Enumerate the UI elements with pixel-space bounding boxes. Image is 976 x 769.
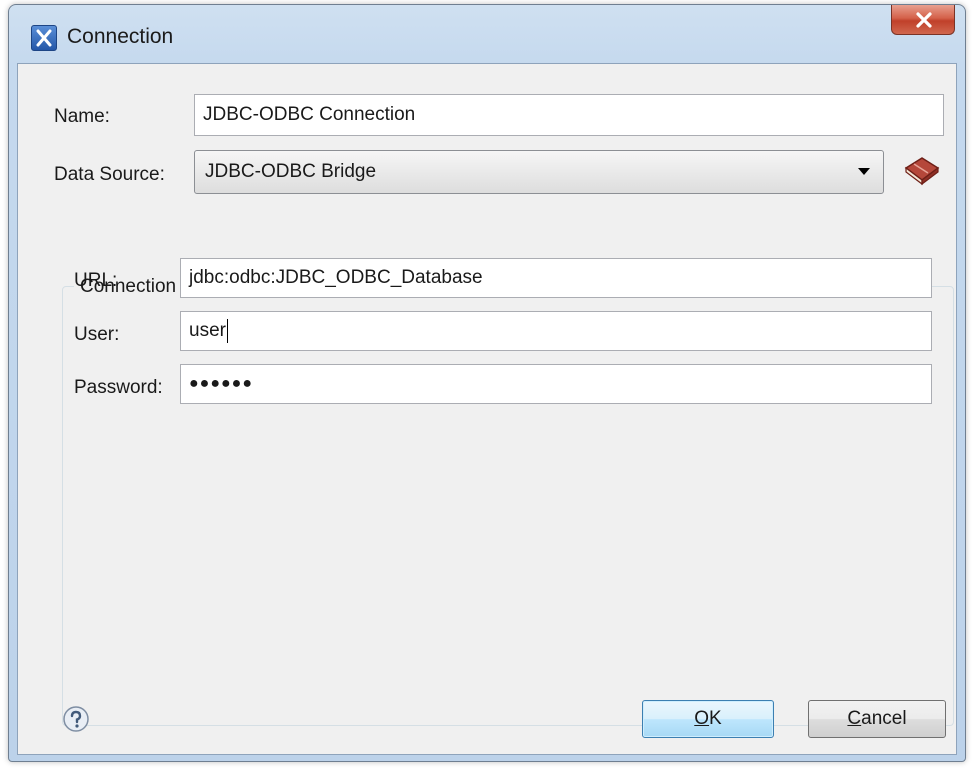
name-label: Name: [54, 106, 110, 127]
name-input[interactable]: JDBC-ODBC Connection [194, 94, 944, 136]
password-input-value: ●●●●●● [189, 375, 253, 392]
oxygen-x-icon [31, 25, 57, 51]
user-input[interactable]: user [180, 311, 932, 351]
dialog-body: Name: JDBC-ODBC Connection Data Source: … [17, 63, 957, 755]
data-source-value: JDBC-ODBC Bridge [205, 161, 377, 182]
chevron-down-icon [858, 168, 870, 175]
url-label: URL: [74, 270, 118, 291]
connection-dialog: Connection Name: JDBC-ODBC Connection Da… [8, 4, 966, 762]
book-icon[interactable] [902, 154, 942, 188]
url-input[interactable]: jdbc:odbc:JDBC_ODBC_Database [180, 258, 932, 298]
text-caret [226, 319, 228, 343]
data-source-select[interactable]: JDBC-ODBC Bridge [194, 150, 884, 194]
password-label: Password: [74, 377, 163, 398]
window-title: Connection [67, 25, 174, 48]
connection-details-group [62, 286, 954, 726]
title-bar[interactable]: Connection [9, 5, 965, 63]
cancel-mnemonic: C [847, 708, 862, 729]
name-input-value: JDBC-ODBC Connection [203, 104, 416, 125]
ok-mnemonic: O [694, 708, 710, 729]
cancel-button[interactable]: Cancel [808, 700, 946, 738]
data-source-label: Data Source: [54, 164, 165, 185]
help-icon[interactable] [62, 705, 90, 733]
close-icon [916, 12, 932, 28]
ok-label: K [709, 708, 722, 729]
close-button[interactable] [891, 5, 955, 35]
url-input-value: jdbc:odbc:JDBC_ODBC_Database [189, 267, 483, 288]
cancel-label: ancel [861, 708, 907, 729]
user-label: User: [74, 324, 120, 345]
user-input-value: user [189, 320, 226, 341]
password-input[interactable]: ●●●●●● [180, 364, 932, 404]
ok-button[interactable]: OK [642, 700, 774, 738]
